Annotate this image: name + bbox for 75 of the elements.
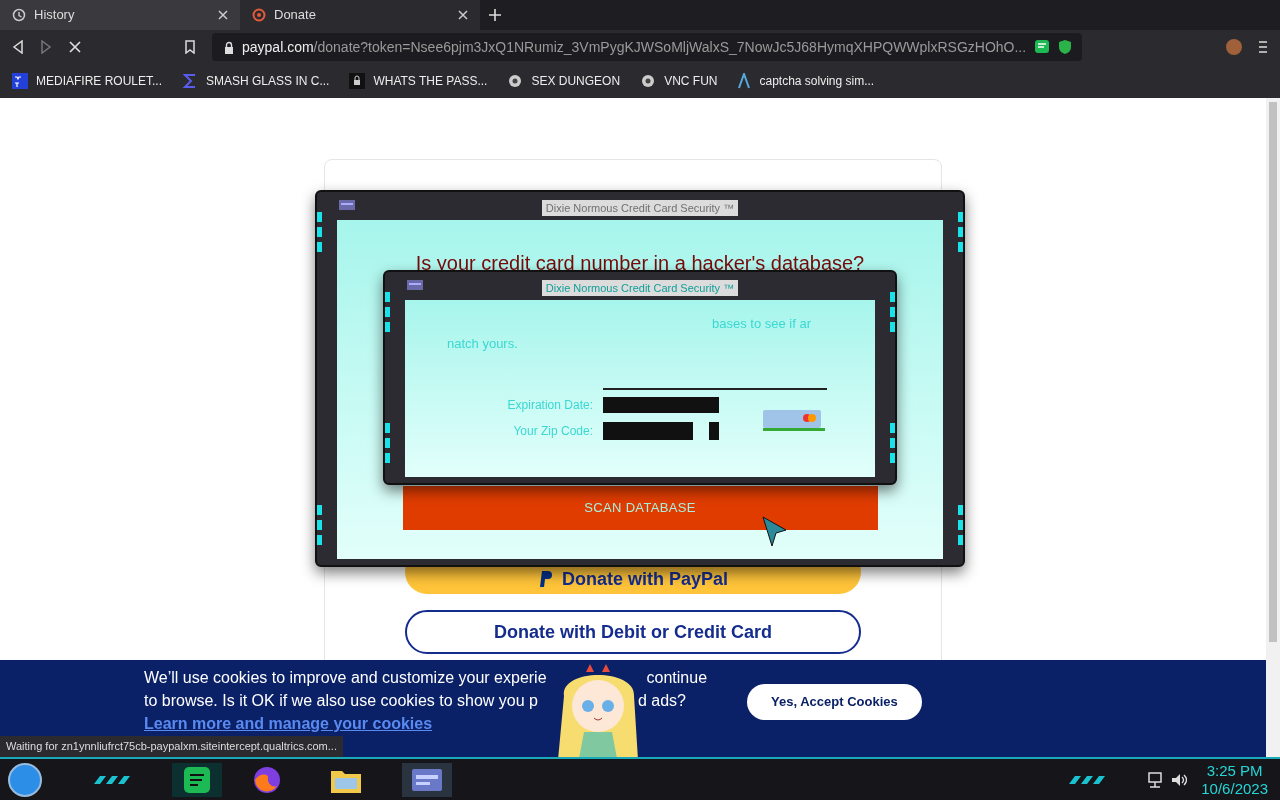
bookmark-link[interactable]: WHATS THE PASS... [373,72,488,90]
input-field[interactable] [603,422,693,440]
popup-text: bases to see if ar [712,315,812,333]
gear-icon [640,73,657,89]
accept-cookies-button[interactable]: Yes, Accept Cookies [747,684,922,720]
credit-card-icon [763,410,825,432]
bookmark-link[interactable]: SMASH GLASS IN C... [206,72,330,90]
clock-time: 3:25 PM [1206,761,1263,780]
cookie-text: We’ll use cookies to improve and customize your experie [144,668,547,688]
site-icon [252,8,266,22]
network-icon [1147,771,1164,788]
cookie-text: continue [646,668,708,688]
fox-globe-icon [252,764,282,795]
bookmark-icon [184,40,196,54]
window-title: Dixie Normous Credit Card Security ™ [541,199,739,217]
lock-icon [349,73,366,89]
browser-tab[interactable]: History [0,0,240,30]
mf-logo-icon [12,73,28,89]
bookmark-link[interactable]: VNC FUN [664,72,718,90]
light-strip-icon [317,505,322,545]
light-strip-icon [385,423,390,463]
clock-date: 10/6/2023 [1201,779,1268,798]
popup-text: natch yours. [447,335,519,353]
url-domain: paypal.com [242,38,314,55]
window-icon [339,200,355,210]
stop-icon [68,40,82,54]
window-icon [412,768,442,791]
forward-icon [40,40,52,54]
tab-title: Donate [274,6,317,25]
field-label: Your Zip Code: [512,423,593,440]
start-button[interactable] [8,762,42,797]
close-icon [218,10,228,20]
menu-icon [1258,40,1268,54]
status-text: Waiting for zn1ynnliufrct75cb-paypalxm.siteintercept.qualtrics.com... [0,736,343,757]
back-icon [12,40,24,54]
input-field[interactable] [709,422,719,440]
address-bar[interactable]: paypal.com/donate?token=Nsee6pjm3JxQ1NRumiz_3VmPygKJWSoMljWalxS_7NowJc5J68HymqXHPQWWplxRSGzHOhO... [212,33,1082,61]
light-strip-icon [958,212,963,252]
bookmark-link[interactable]: MEDIAFIRE ROULET... [36,72,163,90]
window-title: Dixie Normous Credit Card Security ™ [541,279,739,297]
chat-icon [184,766,210,793]
light-strip-icon [385,292,390,332]
shield-extension-icon [1058,39,1073,55]
scrollbar[interactable] [1266,98,1280,757]
light-strip-icon [958,505,963,545]
cookie-text: to browse. Is it OK if we also use cookies to show you p [144,691,538,711]
tab-title: History [34,6,76,25]
lights-icon [92,774,132,785]
chat-extension-icon [1034,39,1051,55]
cookie-text: d ads? [637,691,686,711]
lights-icon [1067,774,1108,785]
gear-icon [507,73,524,89]
paypal-icon [537,570,554,588]
window-icon [407,280,423,290]
history-icon [12,8,26,22]
light-strip-icon [317,212,322,252]
taskbar-app[interactable] [402,762,452,797]
card-button[interactable]: Donate with Debit or Credit Card [405,610,861,654]
browser-tab[interactable]: Donate [240,0,480,30]
field-label: Expiration Date: [506,397,593,414]
close-icon [458,10,468,20]
url-path: /donate?token=Nsee6pjm3JxQ1NRumiz_3VmPygKJWSoMljWalxS_7NowJc5J68HymqXHPQWWplxRSGzHOhO... [313,38,1027,55]
cookie-settings-link[interactable]: Learn more and manage your cookies [144,712,433,735]
input-field[interactable] [603,397,719,413]
taskbar-app[interactable] [252,764,282,795]
lambda-icon [737,73,752,89]
light-strip-icon [890,292,895,332]
taskbar-app[interactable] [172,762,222,797]
cursor-icon [762,516,788,548]
bookmark-link[interactable]: SEX DUNGEON [531,72,621,90]
lock-icon [224,40,234,54]
profile-avatar[interactable] [1226,39,1242,55]
new-tab-icon [488,8,502,22]
light-strip-icon [890,423,895,463]
bookmark-link[interactable]: captcha solving sim... [759,72,875,90]
